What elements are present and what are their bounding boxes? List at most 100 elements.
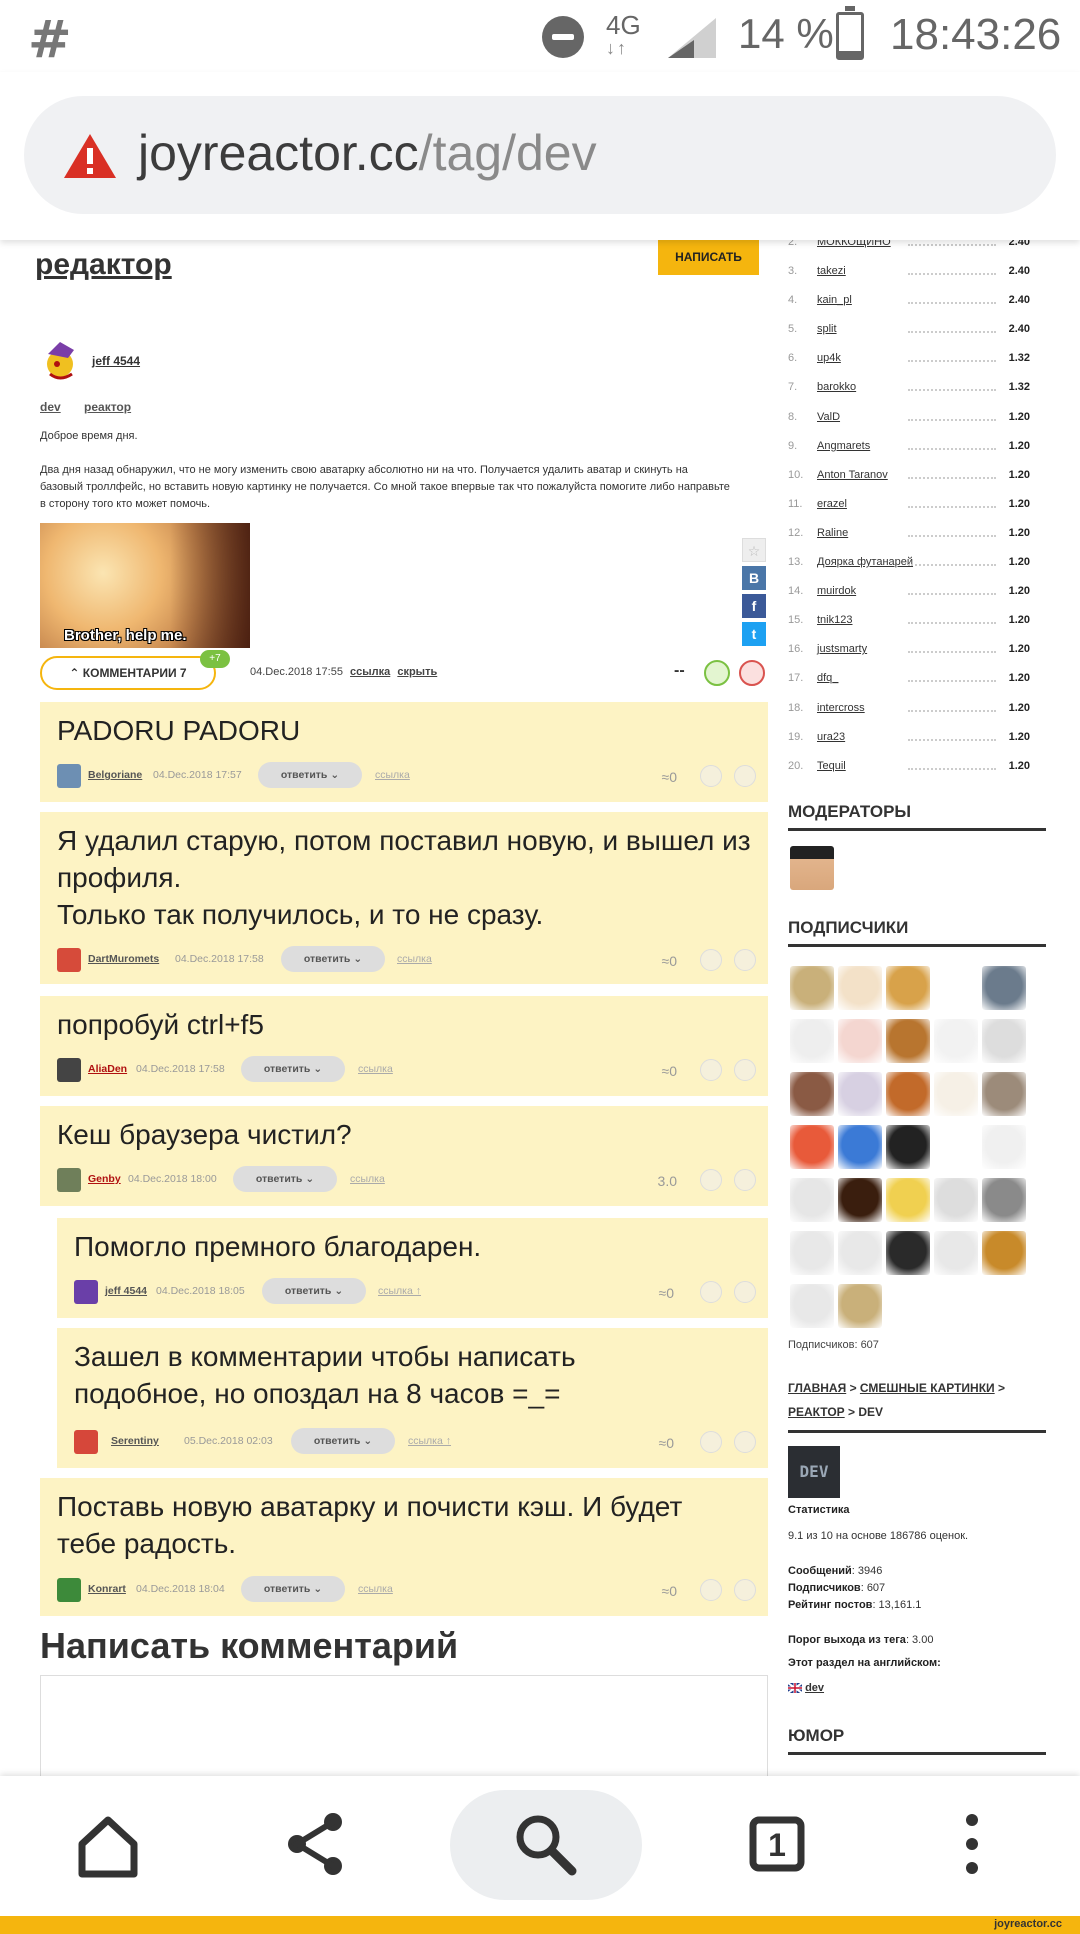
vk-share-icon[interactable]: В	[742, 566, 766, 590]
subscriber-avatar[interactable]	[934, 1231, 978, 1275]
comment-textarea[interactable]	[40, 1675, 768, 1776]
rank-user[interactable]: kain_pl	[817, 294, 852, 306]
subscriber-avatar[interactable]	[790, 1284, 834, 1328]
subscriber-avatar[interactable]	[886, 966, 930, 1010]
vote-down-icon[interactable]	[734, 1431, 756, 1453]
post-image[interactable]: Brother, help me.	[40, 523, 250, 648]
vote-down-icon[interactable]	[734, 1281, 756, 1303]
rank-user[interactable]: erazel	[817, 498, 847, 510]
comment-username[interactable]: jeff 4544	[105, 1285, 147, 1297]
subscriber-avatar[interactable]	[838, 1231, 882, 1275]
vote-up-icon[interactable]	[704, 660, 730, 686]
rank-user[interactable]: МОККОЩИНО	[817, 240, 891, 248]
english-section-link[interactable]: dev	[787, 1682, 824, 1694]
reply-button[interactable]: ответить ⌄	[233, 1166, 337, 1192]
comment-avatar[interactable]	[57, 1168, 81, 1192]
rank-user[interactable]: takezi	[817, 265, 846, 277]
vote-down-icon[interactable]	[734, 949, 756, 971]
vote-down-icon[interactable]	[734, 1169, 756, 1191]
subscriber-avatar[interactable]	[982, 1231, 1026, 1275]
tabs-icon[interactable]: 1	[727, 1794, 827, 1894]
comment-username[interactable]: Konrart	[88, 1583, 126, 1595]
subscriber-avatar[interactable]	[838, 966, 882, 1010]
rank-user[interactable]: muirdok	[817, 585, 856, 597]
subscriber-avatar[interactable]	[886, 1072, 930, 1116]
subscriber-avatar[interactable]	[934, 1019, 978, 1063]
breadcrumb-main[interactable]: ГЛАВНАЯ	[788, 1381, 846, 1395]
rank-user[interactable]: Tequil	[817, 760, 846, 772]
vote-up-icon[interactable]	[700, 1169, 722, 1191]
comment-avatar[interactable]	[57, 1578, 81, 1602]
vote-down-icon[interactable]	[734, 1579, 756, 1601]
reply-button[interactable]: ответить ⌄	[258, 762, 362, 788]
subscriber-avatar[interactable]	[790, 1019, 834, 1063]
subscriber-avatar[interactable]	[838, 1019, 882, 1063]
english-link-text[interactable]: dev	[805, 1682, 824, 1694]
subscriber-avatar[interactable]	[886, 1178, 930, 1222]
comment-avatar[interactable]	[57, 1058, 81, 1082]
rank-user[interactable]: intercross	[817, 702, 865, 714]
subscriber-avatar[interactable]	[790, 966, 834, 1010]
vote-up-icon[interactable]	[700, 1431, 722, 1453]
comment-permalink[interactable]: ссылка ↑	[408, 1435, 451, 1447]
reply-button[interactable]: ответить ⌄	[241, 1576, 345, 1602]
comments-toggle-button[interactable]: ⌃ КОММЕНТАРИИ 7	[40, 656, 216, 690]
subscriber-avatar[interactable]	[982, 966, 1026, 1010]
reply-button[interactable]: ответить ⌄	[262, 1278, 366, 1304]
comment-permalink[interactable]: ссылка ↑	[378, 1285, 421, 1297]
subscriber-avatar[interactable]	[934, 1072, 978, 1116]
comment-username[interactable]: DartMuromets	[88, 953, 159, 965]
home-icon[interactable]	[58, 1794, 158, 1894]
comment-permalink[interactable]: ссылка	[358, 1583, 393, 1595]
not-secure-warning-icon[interactable]	[62, 132, 118, 180]
subscriber-avatar[interactable]	[790, 1178, 834, 1222]
tag-link[interactable]: dev	[40, 400, 61, 414]
address-bar[interactable]: joyreactor.cc/tag/dev	[24, 96, 1056, 214]
subscriber-avatar[interactable]	[886, 1231, 930, 1275]
subscriber-avatar[interactable]	[790, 1072, 834, 1116]
comment-permalink[interactable]: ссылка	[358, 1063, 393, 1075]
comment-permalink[interactable]: ссылка	[375, 769, 410, 781]
write-post-button[interactable]: НАПИСАТЬ	[658, 240, 759, 275]
rank-user[interactable]: Angmarets	[817, 440, 870, 452]
vote-up-icon[interactable]	[700, 1579, 722, 1601]
author-avatar[interactable]	[40, 340, 82, 382]
subscriber-avatar[interactable]	[982, 1019, 1026, 1063]
subscriber-avatar[interactable]	[790, 1231, 834, 1275]
rank-user[interactable]: justsmarty	[817, 643, 867, 655]
search-button[interactable]	[450, 1790, 642, 1900]
rank-user[interactable]: Raline	[817, 527, 848, 539]
moderator-avatar[interactable]	[790, 846, 834, 890]
subscriber-avatar[interactable]	[838, 1072, 882, 1116]
comment-permalink[interactable]: ссылка	[397, 953, 432, 965]
facebook-share-icon[interactable]: f	[742, 594, 766, 618]
favorite-star-icon[interactable]: ☆	[742, 538, 766, 562]
comment-avatar[interactable]	[57, 764, 81, 788]
twitter-share-icon[interactable]: t	[742, 622, 766, 646]
comment-permalink[interactable]: ссылка	[350, 1173, 385, 1185]
vote-down-icon[interactable]	[739, 660, 765, 686]
rank-user[interactable]: ValD	[817, 411, 840, 423]
subscriber-avatar[interactable]	[982, 1178, 1026, 1222]
breadcrumb-funny[interactable]: СМЕШНЫЕ КАРТИНКИ	[860, 1381, 995, 1395]
rank-user[interactable]: Доярка футанарей	[817, 556, 913, 568]
subscriber-avatar[interactable]	[838, 1125, 882, 1169]
comment-avatar[interactable]	[74, 1430, 98, 1454]
post-permalink[interactable]: ссылка	[350, 666, 390, 678]
url-text[interactable]: joyreactor.cc/tag/dev	[138, 124, 597, 182]
comment-username[interactable]: Genby	[88, 1173, 121, 1185]
subscriber-avatar[interactable]	[934, 1178, 978, 1222]
vote-up-icon[interactable]	[700, 765, 722, 787]
rank-user[interactable]: dfq_	[817, 672, 838, 684]
subscriber-avatar[interactable]	[982, 1125, 1026, 1169]
vote-up-icon[interactable]	[700, 1281, 722, 1303]
subscriber-avatar[interactable]	[838, 1284, 882, 1328]
hide-post-link[interactable]: скрыть	[397, 666, 437, 678]
comment-username[interactable]: Belgoriane	[88, 769, 142, 781]
vote-down-icon[interactable]	[734, 1059, 756, 1081]
rank-user[interactable]: ura23	[817, 731, 845, 743]
subscriber-avatar[interactable]	[838, 1178, 882, 1222]
rank-user[interactable]: barokko	[817, 381, 856, 393]
reply-button[interactable]: ответить ⌄	[281, 946, 385, 972]
tag-link[interactable]: реактор	[84, 400, 131, 414]
